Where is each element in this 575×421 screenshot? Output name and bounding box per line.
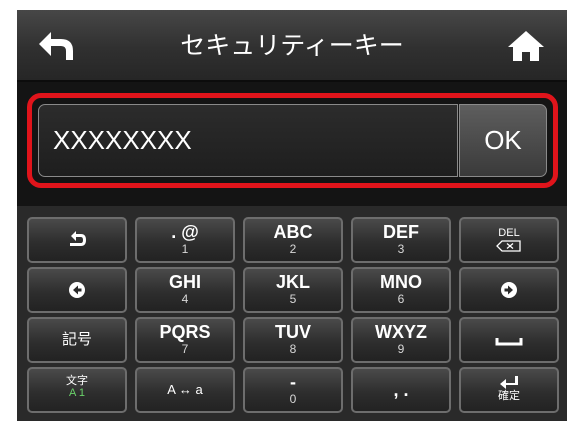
key-9-sub: 9 (397, 342, 405, 356)
case-toggle-key[interactable]: A ↔ a (135, 367, 235, 413)
page-title: セキュリティーキー (180, 31, 404, 60)
key-6[interactable]: MNO 6 (351, 267, 451, 313)
punctuation-key[interactable]: , . (351, 367, 451, 413)
home-button[interactable] (499, 26, 553, 66)
security-key-input[interactable]: XXXXXXXX (38, 104, 458, 177)
back-button[interactable] (31, 26, 85, 66)
key-0-main: - (290, 372, 296, 392)
key-9-main: WXYZ (375, 322, 427, 342)
ok-button[interactable]: OK (459, 104, 547, 177)
key-3-main: DEF (383, 222, 419, 242)
key-2-main: ABC (273, 222, 313, 242)
arrow-right-icon (501, 282, 517, 298)
key-3-sub: 3 (397, 242, 405, 256)
key-8-main: TUV (275, 322, 311, 342)
symbol-label: 記号 (61, 331, 92, 348)
device-screen: セキュリティーキー XXXXXXXX OK . @ 1 ABC 2 DEF 3 … (17, 10, 567, 421)
input-mode-key[interactable]: 文字 A 1 (27, 367, 127, 413)
key-0[interactable]: - 0 (243, 367, 343, 413)
key-2[interactable]: ABC 2 (243, 217, 343, 263)
key-6-sub: 6 (397, 292, 405, 306)
mode-label-top: 文字 (66, 375, 88, 387)
key-7[interactable]: PQRS 7 (135, 317, 235, 363)
cursor-right-key[interactable] (459, 267, 559, 313)
arrow-left-icon (69, 282, 85, 298)
enter-label: 確定 (498, 390, 520, 402)
key-5[interactable]: JKL 5 (243, 267, 343, 313)
key-5-sub: 5 (289, 292, 297, 306)
input-area: XXXXXXXX OK (17, 84, 567, 206)
key-8-sub: 8 (289, 342, 297, 356)
backspace-icon (496, 240, 521, 252)
key-3[interactable]: DEF 3 (351, 217, 451, 263)
key-1-sub: 1 (181, 242, 189, 256)
header-bar: セキュリティーキー (17, 10, 567, 82)
key-1-main: . @ (171, 222, 199, 242)
undo-key[interactable] (27, 217, 127, 263)
key-6-main: MNO (380, 272, 422, 292)
punctuation-label: , . (393, 380, 409, 400)
key-4-main: GHI (168, 272, 201, 292)
delete-key[interactable]: DEL (459, 217, 559, 263)
key-1[interactable]: . @ 1 (135, 217, 235, 263)
key-5-main: JKL (275, 272, 310, 292)
key-7-sub: 7 (181, 342, 189, 356)
delete-label: DEL (498, 227, 520, 239)
cursor-left-key[interactable] (27, 267, 127, 313)
key-9[interactable]: WXYZ 9 (351, 317, 451, 363)
key-4-sub: 4 (181, 292, 189, 306)
key-0-sub: 0 (289, 392, 297, 406)
enter-icon (500, 376, 518, 389)
key-2-sub: 2 (289, 242, 297, 256)
keypad: . @ 1 ABC 2 DEF 3 DEL GHI 4 JKL 5 MNO 6 … (17, 206, 567, 421)
key-4[interactable]: GHI 4 (135, 267, 235, 313)
mode-label-bottom: A 1 (69, 387, 85, 399)
key-7-main: PQRS (159, 322, 211, 342)
space-key[interactable] (459, 317, 559, 363)
case-toggle-label: A ↔ a (167, 382, 203, 397)
home-icon (508, 31, 544, 61)
key-8[interactable]: TUV 8 (243, 317, 343, 363)
symbol-key[interactable]: 記号 (27, 317, 127, 363)
back-arrow-icon (39, 32, 73, 60)
enter-key[interactable]: 確定 (459, 367, 559, 413)
space-icon (495, 338, 523, 346)
undo-icon (70, 231, 86, 246)
